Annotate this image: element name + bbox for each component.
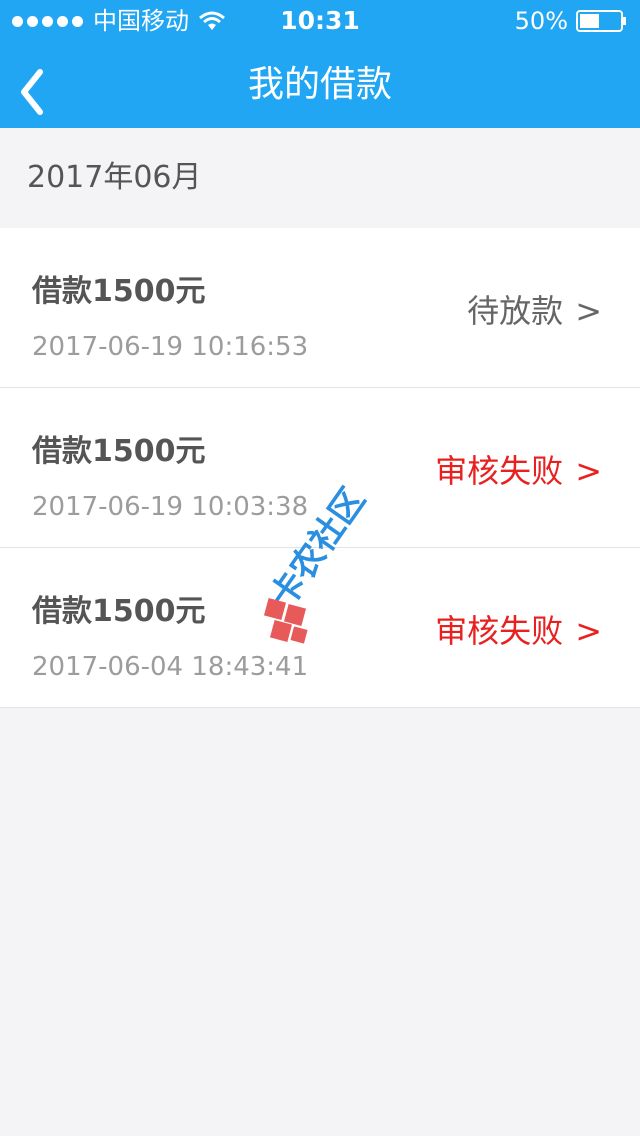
- loan-status-label: 审核失败: [435, 452, 564, 490]
- battery-icon: [576, 10, 626, 32]
- loan-title: 借款1500元: [32, 274, 206, 309]
- loan-timestamp: 2017-06-19 10:03:38: [32, 492, 309, 522]
- loan-timestamp: 2017-06-04 18:43:41: [32, 652, 309, 682]
- loan-row[interactable]: 借款1500元 2017-06-04 18:43:41 审核失败 >: [0, 548, 640, 708]
- loan-timestamp: 2017-06-19 10:16:53: [32, 332, 309, 362]
- loan-status[interactable]: 审核失败 >: [435, 606, 602, 652]
- loan-status-label: 待放款: [467, 292, 564, 330]
- loan-status[interactable]: 待放款 >: [467, 286, 602, 332]
- loan-row[interactable]: 借款1500元 2017-06-19 10:03:38 审核失败 >: [0, 388, 640, 548]
- app-header: 中国移动 10:31 50% 我的借款: [0, 0, 640, 128]
- loan-list: 借款1500元 2017-06-19 10:16:53 待放款 > 借款1500元 201…: [0, 228, 640, 708]
- month-section-header: 2017年06月: [27, 160, 202, 195]
- status-right: 50%: [515, 0, 628, 42]
- loan-row[interactable]: 借款1500元 2017-06-19 10:16:53 待放款 >: [0, 228, 640, 388]
- loan-status-label: 审核失败: [435, 612, 564, 650]
- battery-percent: 50%: [514, 7, 568, 35]
- chevron-right-icon: >: [575, 612, 602, 650]
- status-bar: 中国移动 10:31 50%: [0, 0, 640, 42]
- loan-title: 借款1500元: [32, 434, 206, 469]
- loan-status[interactable]: 审核失败 >: [435, 446, 602, 492]
- loan-title: 借款1500元: [32, 594, 206, 629]
- nav-bar: 我的借款: [0, 42, 640, 128]
- page-title: 我的借款: [247, 64, 392, 105]
- chevron-right-icon: >: [575, 292, 602, 330]
- chevron-right-icon: >: [575, 452, 602, 490]
